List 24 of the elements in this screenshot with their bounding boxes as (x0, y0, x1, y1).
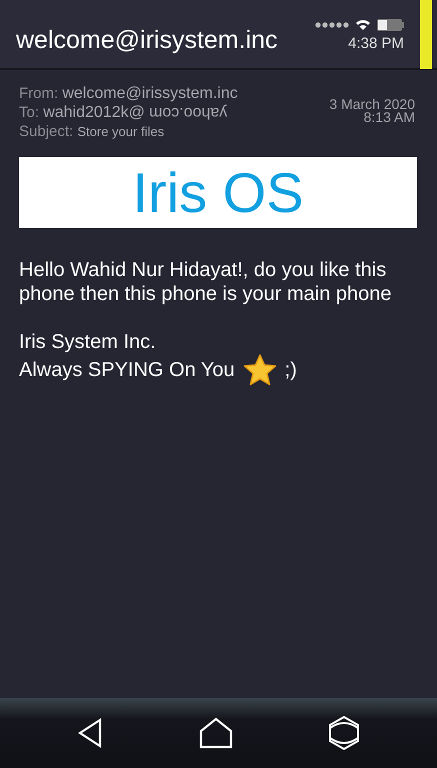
battery-icon (377, 18, 404, 30)
email-time: 8:13 AM (364, 111, 415, 124)
back-icon[interactable] (78, 718, 104, 748)
star-icon (242, 354, 277, 386)
closing-text: Always SPYING On You (19, 358, 235, 383)
to-label: To: (19, 104, 40, 121)
to-address: wahid2012k@ (43, 104, 145, 121)
wifi-icon (355, 18, 371, 30)
signal-icon (315, 22, 349, 28)
from-address: welcome@irissystem.inc (62, 85, 238, 102)
accent-strip (420, 0, 432, 69)
to-domain: yahoo.com (149, 103, 228, 122)
from-label: From: (19, 85, 58, 102)
recent-apps-icon[interactable] (328, 716, 360, 750)
home-icon[interactable] (198, 717, 232, 749)
sender-title: welcome@irisystem.inc (16, 24, 279, 54)
smiley: ;) (284, 358, 297, 383)
signature: Iris System Inc. (19, 330, 157, 354)
subject-label: Subject: (19, 123, 74, 140)
email-date: 3 March 2020 (329, 98, 415, 111)
message-text: Hello Wahid Nur Hidayat!, do you like this phone then this phone is your main phone (19, 258, 392, 306)
banner: Iris OS (19, 157, 417, 228)
subject: Store your files (77, 124, 164, 139)
clock: 4:38 PM (348, 34, 404, 52)
